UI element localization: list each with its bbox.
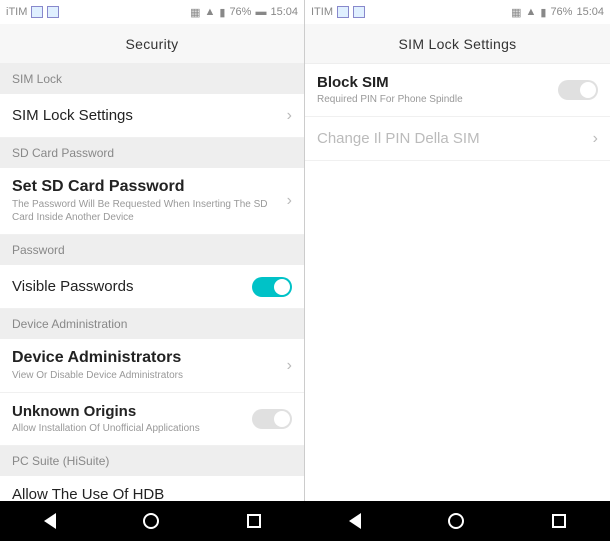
home-icon <box>448 513 464 529</box>
section-password: Password <box>0 235 304 265</box>
recents-icon <box>552 514 566 528</box>
row-title: Block SIM <box>317 74 550 91</box>
clock-label: 15:04 <box>270 6 298 18</box>
chevron-right-icon: › <box>279 192 292 210</box>
row-sim-lock-settings[interactable]: SIM Lock Settings › <box>0 94 304 138</box>
status-bar-left: iTIM ▦ ▲ ▮ 76% ▬ 15:04 <box>0 0 304 24</box>
chevron-right-icon: › <box>279 107 292 125</box>
battery-label: 76% <box>550 6 572 18</box>
signal-icon: ▮ <box>540 6 546 19</box>
chevron-right-icon: › <box>585 130 598 148</box>
row-visible-passwords[interactable]: Visible Passwords <box>0 265 304 309</box>
toggle-block-sim[interactable] <box>558 80 598 100</box>
row-title: Change Il PIN Della SIM <box>317 130 585 147</box>
pane-security: iTIM ▦ ▲ ▮ 76% ▬ 15:04 Security SIM Lock… <box>0 0 305 501</box>
page-title: SIM Lock Settings <box>305 24 610 64</box>
section-sd-card: SD Card Password <box>0 138 304 168</box>
chevron-right-icon: › <box>279 357 292 375</box>
dual-pane: iTIM ▦ ▲ ▮ 76% ▬ 15:04 Security SIM Lock… <box>0 0 610 501</box>
pane-sim-lock-settings: ITIM ▦ ▲ ▮ 76% 15:04 SIM Lock Settings B… <box>305 0 610 501</box>
recents-button[interactable] <box>247 514 261 528</box>
wifi-icon: ▲ <box>204 6 215 18</box>
page-title-text: SIM Lock Settings <box>399 36 517 52</box>
status-app-icon <box>47 6 59 18</box>
battery-icon: ▬ <box>255 6 266 18</box>
signal-icon: ▮ <box>219 6 225 19</box>
home-icon <box>143 513 159 529</box>
section-device-admin: Device Administration <box>0 309 304 339</box>
row-title: SIM Lock Settings <box>12 107 279 124</box>
recents-button[interactable] <box>552 514 566 528</box>
back-button[interactable] <box>349 513 361 529</box>
row-subtitle: Required PIN For Phone Spindle <box>317 93 550 106</box>
wifi-icon: ▲ <box>525 6 536 18</box>
settings-list[interactable]: Block SIM Required PIN For Phone Spindle… <box>305 64 610 501</box>
row-change-sim-pin: Change Il PIN Della SIM › <box>305 117 610 161</box>
page-title: Security <box>0 24 304 64</box>
row-unknown-origins[interactable]: Unknown Origins Allow Installation Of Un… <box>0 393 304 446</box>
row-title: Unknown Origins <box>12 403 244 420</box>
section-sim-lock: SIM Lock <box>0 64 304 94</box>
row-title: Set SD Card Password <box>12 178 279 196</box>
back-icon <box>349 513 361 529</box>
status-app-icon <box>31 6 43 18</box>
nfc-icon: ▦ <box>511 6 521 19</box>
row-block-sim[interactable]: Block SIM Required PIN For Phone Spindle <box>305 64 610 117</box>
nfc-icon: ▦ <box>190 6 200 19</box>
toggle-unknown-origins[interactable] <box>252 409 292 429</box>
toggle-visible-passwords[interactable] <box>252 277 292 297</box>
section-pc-suite: PC Suite (HiSuite) <box>0 446 304 476</box>
row-allow-hdb[interactable]: Allow The Use Of HDB Through HDB And You… <box>0 476 304 501</box>
battery-label: 76% <box>229 6 251 18</box>
status-bar-right: ITIM ▦ ▲ ▮ 76% 15:04 <box>305 0 610 24</box>
home-button[interactable] <box>143 513 159 529</box>
carrier-label: ITIM <box>311 6 333 18</box>
row-title: Visible Passwords <box>12 278 244 295</box>
row-subtitle: Allow Installation Of Unofficial Applica… <box>12 422 244 435</box>
status-app-icon <box>337 6 349 18</box>
row-subtitle: The Password Will Be Requested When Inse… <box>12 198 279 224</box>
row-set-sd-password[interactable]: Set SD Card Password The Password Will B… <box>0 168 304 235</box>
recents-icon <box>247 514 261 528</box>
row-subtitle: View Or Disable Device Administrators <box>12 369 279 382</box>
row-device-administrators[interactable]: Device Administrators View Or Disable De… <box>0 339 304 393</box>
page-title-text: Security <box>126 36 179 52</box>
row-title: Allow The Use Of HDB <box>12 486 244 501</box>
settings-list[interactable]: SIM Lock SIM Lock Settings › SD Card Pas… <box>0 64 304 501</box>
status-app-icon <box>353 6 365 18</box>
row-title: Device Administrators <box>12 349 279 367</box>
carrier-label: iTIM <box>6 6 27 18</box>
clock-label: 15:04 <box>576 6 604 18</box>
back-button[interactable] <box>44 513 56 529</box>
back-icon <box>44 513 56 529</box>
android-navbar <box>0 501 610 541</box>
home-button[interactable] <box>448 513 464 529</box>
